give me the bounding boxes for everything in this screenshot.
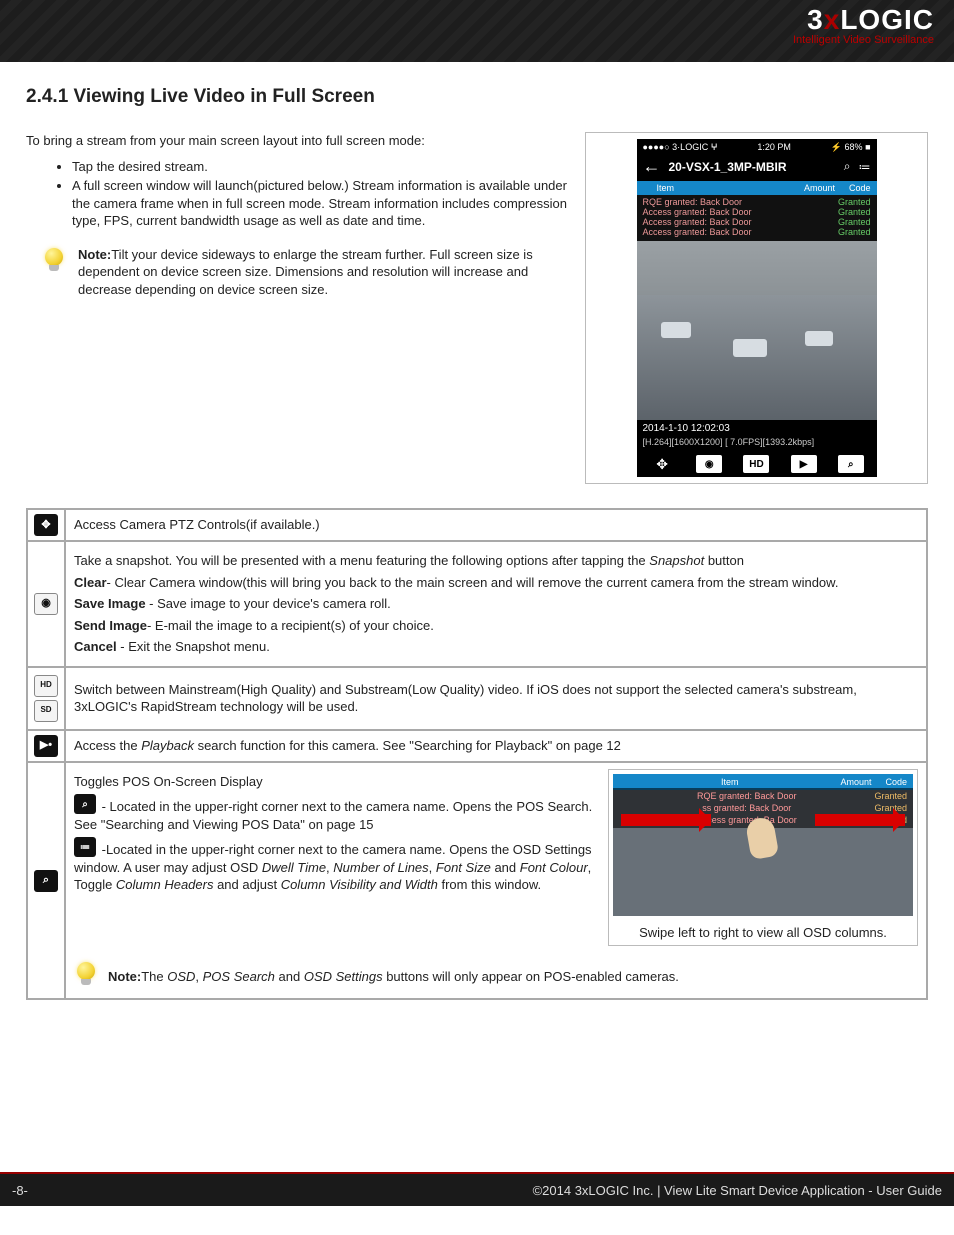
osd-row: RQE granted: Back DoorGranted [643, 197, 871, 207]
camera-image [637, 241, 877, 420]
snapshot-icon[interactable]: ◉ [696, 455, 722, 473]
osd-col-2: Amount [804, 183, 835, 193]
pos-search-icon[interactable]: ⌕ [844, 159, 851, 174]
note-label: Note: [108, 969, 141, 984]
sd-icon: SD [34, 700, 58, 722]
swipe-thumbnail-box: Item Amount Code RQE granted: Back DoorG… [608, 769, 918, 947]
stream-info: [H.264][1600X1200] [ 7.0FPS][1393.2kbps] [637, 437, 877, 451]
section-number: 2.4.1 [26, 86, 68, 107]
note-label: Note: [78, 247, 111, 262]
bullet-1: Tap the desired stream. [72, 158, 567, 176]
osd-col-1: Item [657, 183, 790, 193]
brand-x: x [824, 4, 841, 35]
hd-icon: HD [34, 675, 58, 697]
section-heading: 2.4.1 Viewing Live Video in Full Screen [26, 86, 928, 108]
page-number: -8- [12, 1183, 28, 1198]
bullet-2: A full screen window will launch(picture… [72, 177, 567, 230]
swipe-thumbnail: Item Amount Code RQE granted: Back DoorG… [613, 774, 913, 916]
status-time: 1:20 PM [757, 142, 791, 153]
note-block: Note:Tilt your device sideways to enlarg… [42, 240, 567, 299]
playback-desc: Access the Playback search function for … [65, 730, 927, 762]
lightbulb-icon [42, 248, 68, 284]
osd-settings-inline-icon: ≔ [74, 837, 96, 857]
brand-logic: LOGIC [840, 4, 934, 35]
brand: 3xLOGIC Intelligent Video Surveillance [793, 4, 934, 46]
intro-text: To bring a stream from your main screen … [26, 132, 567, 298]
note-text: Tilt your device sideways to enlarge the… [78, 247, 533, 297]
swipe-caption: Swipe left to right to view all OSD colu… [613, 924, 913, 942]
header-band: 3xLOGIC Intelligent Video Surveillance [0, 0, 954, 62]
camera-title: 20-VSX-1_3MP-MBIR [669, 160, 836, 174]
osd-row: Access granted: Back DoorGranted [643, 227, 871, 237]
snapshot-desc: Take a snapshot. You will be presented w… [65, 541, 927, 667]
osd-row: Access granted: Back DoorGranted [643, 207, 871, 217]
screenshot-box: ●●●●○ 3·LOGIC ⵖ 1:20 PM ⚡ 68% ■ ← 20-VSX… [585, 132, 928, 484]
arrow-right-icon [815, 814, 905, 826]
brand-tagline: Intelligent Video Surveillance [793, 34, 934, 46]
page-body: 2.4.1 Viewing Live Video in Full Screen … [0, 62, 954, 1172]
phone-mock: ●●●●○ 3·LOGIC ⵖ 1:20 PM ⚡ 68% ■ ← 20-VSX… [637, 139, 877, 477]
osd-col-3: Code [849, 183, 871, 193]
footer-right: ©2014 3xLOGIC Inc. | View Lite Smart Dev… [533, 1183, 942, 1198]
osd-settings-icon[interactable]: ≔ [859, 160, 871, 174]
status-left: ●●●●○ 3·LOGIC ⵖ [643, 142, 718, 153]
pos-search-inline-icon: ⌕ [74, 794, 96, 814]
ptz-icon[interactable]: ✥ [649, 455, 675, 473]
footer: -8- ©2014 3xLOGIC Inc. | View Lite Smart… [0, 1172, 954, 1206]
intro-line: To bring a stream from your main screen … [26, 132, 567, 150]
osd-row: Access granted: Back DoorGranted [643, 217, 871, 227]
snapshot-icon: ◉ [34, 593, 58, 615]
playback-icon: ▶• [34, 735, 58, 757]
osd-toggle-icon: ⌕ [34, 870, 58, 892]
ptz-desc: Access Camera PTZ Controls(if available.… [65, 509, 927, 541]
timestamp: 2014-1-10 12:02:03 [637, 420, 877, 437]
lightbulb-icon [74, 962, 100, 992]
hd-icon[interactable]: HD [743, 455, 769, 473]
function-table: ✥ Access Camera PTZ Controls(if availabl… [26, 508, 928, 1000]
ptz-icon: ✥ [34, 514, 58, 536]
brand-3: 3 [807, 4, 824, 35]
osd-title: Toggles POS On-Screen Display [74, 773, 596, 791]
playback-icon[interactable]: ▶ [791, 455, 817, 473]
section-title: Viewing Live Video in Full Screen [74, 86, 375, 107]
status-right: ⚡ 68% ■ [831, 142, 871, 153]
arrow-left-icon [621, 814, 711, 826]
stream-quality-desc: Switch between Mainstream(High Quality) … [65, 667, 927, 730]
back-icon[interactable]: ← [643, 156, 661, 177]
osd-icon[interactable]: ⌕ [838, 455, 864, 473]
osd-desc: Toggles POS On-Screen Display ⌕ - Locate… [65, 762, 927, 1000]
